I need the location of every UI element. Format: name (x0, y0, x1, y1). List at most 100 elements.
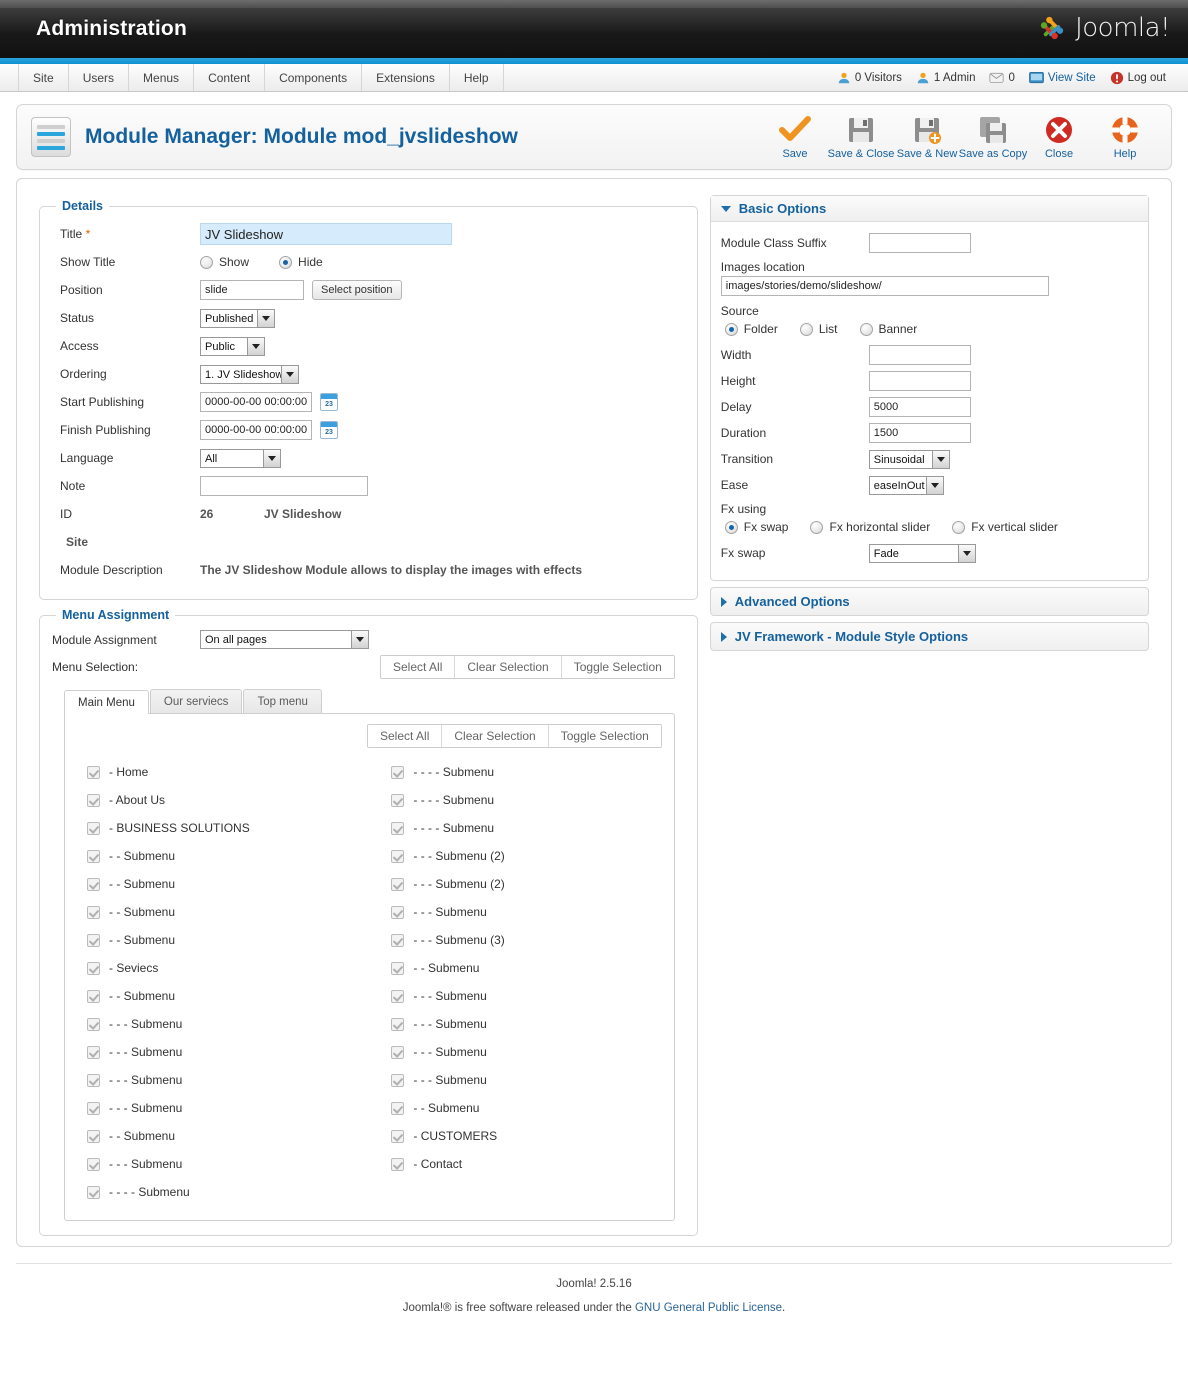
list-item[interactable]: - - - Submenu (369, 1066, 673, 1094)
list-item[interactable]: - - Submenu (65, 870, 369, 898)
list-item[interactable]: - - - Submenu (65, 1150, 369, 1178)
menu-item-checkbox[interactable] (391, 793, 405, 807)
jv-framework-panel[interactable]: JV Framework - Module Style Options (709, 622, 1149, 651)
menu-item-checkbox[interactable] (87, 821, 100, 835)
toggle-selection-button[interactable]: Toggle Selection (561, 656, 674, 678)
menu-item-checkbox[interactable] (391, 989, 405, 1003)
gpl-link[interactable]: GNU General Public License (635, 1302, 782, 1314)
list-item[interactable]: - - - - Submenu (369, 786, 673, 814)
inner-toggle-selection-button[interactable]: Toggle Selection (548, 725, 661, 747)
ordering-select[interactable]: 1. JV Slideshow (200, 364, 299, 384)
list-item[interactable]: - - - Submenu (65, 1066, 369, 1094)
select-position-button[interactable]: Select position (312, 280, 402, 300)
images-location-input[interactable] (720, 276, 1049, 296)
list-item[interactable]: - About Us (65, 786, 369, 814)
menu-item-checkbox[interactable] (87, 1185, 100, 1199)
radio-fx-swap[interactable] (724, 520, 738, 534)
tab-top-menu[interactable]: Top menu (243, 689, 322, 713)
source-banner-option[interactable]: Banner (859, 322, 917, 336)
menu-item-site[interactable]: Site (18, 64, 69, 91)
list-item[interactable]: - - Submenu (65, 1122, 369, 1150)
module-assignment-select[interactable]: On all pages (200, 630, 369, 649)
menu-item-checkbox[interactable] (391, 1129, 405, 1143)
list-item[interactable]: - - Submenu (65, 842, 369, 870)
menu-item-help[interactable]: Help (450, 64, 504, 91)
radio-folder[interactable] (724, 322, 738, 336)
note-input[interactable] (200, 476, 368, 496)
inner-select-all-button[interactable]: Select All (368, 725, 443, 747)
radio-list[interactable] (799, 322, 813, 336)
clear-selection-button[interactable]: Clear Selection (455, 656, 562, 678)
ease-select[interactable]: easeInOut (868, 475, 944, 495)
list-item[interactable]: - Home (65, 758, 369, 786)
source-list-option[interactable]: List (799, 322, 838, 336)
list-item[interactable]: - - Submenu (65, 982, 369, 1010)
close-button[interactable]: Close (1027, 111, 1091, 163)
logout-link[interactable]: Log out (1110, 71, 1166, 85)
menu-item-checkbox[interactable] (87, 1045, 100, 1059)
menu-item-checkbox[interactable] (87, 849, 100, 863)
list-item[interactable]: - - - Submenu (369, 982, 673, 1010)
view-site-link[interactable]: View Site (1029, 71, 1096, 84)
messages-status[interactable]: 0 (989, 71, 1015, 84)
menu-item-checkbox[interactable] (391, 961, 405, 975)
list-item[interactable]: - - - Submenu (2) (369, 842, 673, 870)
menu-item-menus[interactable]: Menus (129, 64, 195, 91)
menu-item-checkbox[interactable] (87, 765, 100, 779)
help-button[interactable]: Help (1093, 111, 1157, 163)
menu-item-checkbox[interactable] (391, 765, 405, 779)
fx-horizontal-slider-option[interactable]: Fx horizontal slider (810, 520, 930, 534)
inner-clear-selection-button[interactable]: Clear Selection (442, 725, 549, 747)
duration-input[interactable] (868, 423, 971, 443)
list-item[interactable]: - - - Submenu (65, 1010, 369, 1038)
menu-item-checkbox[interactable] (87, 961, 100, 975)
fx-swap-option[interactable]: Fx swap (724, 520, 788, 534)
menu-item-checkbox[interactable] (391, 905, 405, 919)
language-select[interactable]: All (200, 448, 281, 468)
height-input[interactable] (868, 371, 971, 391)
menu-item-checkbox[interactable] (391, 821, 405, 835)
list-item[interactable]: - - - Submenu (2) (369, 870, 673, 898)
calendar-icon[interactable]: 23 (320, 393, 338, 411)
status-select[interactable]: Published (200, 308, 275, 328)
menu-item-users[interactable]: Users (69, 64, 130, 91)
save-close-button[interactable]: Save & Close (828, 111, 894, 163)
fx-vertical-slider-option[interactable]: Fx vertical slider (952, 520, 1058, 534)
menu-item-checkbox[interactable] (87, 877, 100, 891)
save-new-button[interactable]: Save & New (895, 111, 959, 163)
advanced-options-panel[interactable]: Advanced Options (709, 587, 1149, 616)
menu-item-checkbox[interactable] (391, 1073, 405, 1087)
list-item[interactable]: - Contact (369, 1150, 673, 1178)
basic-options-header[interactable]: Basic Options (710, 196, 1148, 222)
finish-publishing-input[interactable] (200, 420, 312, 440)
list-item[interactable]: - - Submenu (369, 1094, 673, 1122)
radio-banner[interactable] (859, 322, 873, 336)
menu-item-checkbox[interactable] (391, 1157, 405, 1171)
width-input[interactable] (868, 345, 971, 365)
menu-item-extensions[interactable]: Extensions (362, 64, 450, 91)
list-item[interactable]: - - - Submenu (369, 1038, 673, 1066)
radio-hide[interactable] (279, 255, 293, 269)
show-title-show-option[interactable]: Show (200, 255, 249, 269)
module-class-suffix-input[interactable] (868, 233, 971, 253)
radio-fx-horizontal[interactable] (810, 520, 824, 534)
list-item[interactable]: - - Submenu (65, 926, 369, 954)
delay-input[interactable] (868, 397, 971, 417)
position-input[interactable] (200, 280, 304, 300)
start-publishing-input[interactable] (200, 392, 312, 412)
select-all-button[interactable]: Select All (381, 656, 456, 678)
menu-item-checkbox[interactable] (87, 933, 100, 947)
menu-item-checkbox[interactable] (391, 1045, 405, 1059)
menu-item-checkbox[interactable] (87, 1017, 100, 1031)
list-item[interactable]: - - - Submenu (65, 1094, 369, 1122)
tab-main-menu[interactable]: Main Menu (64, 690, 149, 714)
calendar-icon[interactable]: 23 (320, 421, 338, 439)
list-item[interactable]: - CUSTOMERS (369, 1122, 673, 1150)
transition-select[interactable]: Sinusoidal (868, 449, 950, 469)
menu-item-checkbox[interactable] (391, 1101, 405, 1115)
fx-swap-select[interactable]: Fade (868, 543, 976, 563)
tab-our-serviecs[interactable]: Our serviecs (149, 689, 243, 713)
title-input[interactable] (200, 223, 452, 245)
list-item[interactable]: - - - Submenu (65, 1038, 369, 1066)
menu-item-checkbox[interactable] (391, 1017, 405, 1031)
